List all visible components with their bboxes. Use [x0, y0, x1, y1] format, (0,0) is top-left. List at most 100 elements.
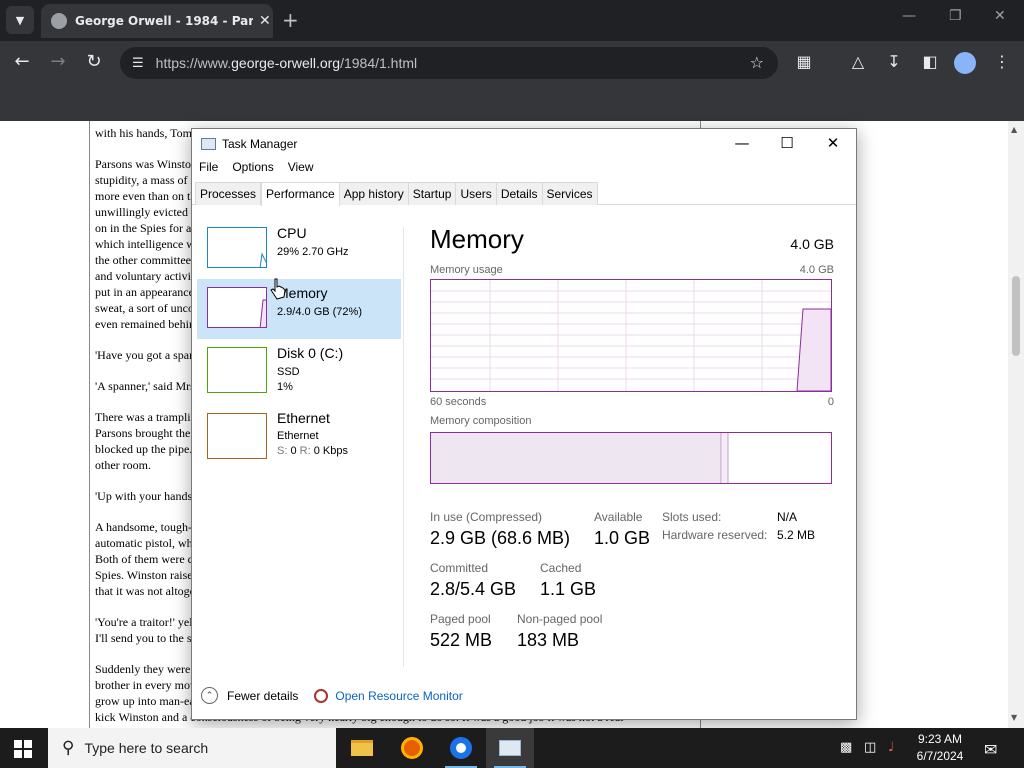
cpu-thumbnail-graph — [207, 227, 267, 268]
device-cpu-sub: 29% 2.70 GHz — [277, 246, 349, 258]
task-manager-taskbar-icon[interactable] — [486, 728, 534, 768]
hardware-reserved-label: Hardware reserved: — [662, 528, 768, 542]
action-center-tray-icon[interactable]: ◫ — [864, 740, 876, 755]
time-axis-end: 0 — [827, 396, 834, 408]
close-icon[interactable]: ✕ — [818, 134, 848, 152]
memory-usage-max: 4.0 GB — [799, 264, 834, 276]
tab-strip: Processes Performance App history Startu… — [192, 182, 856, 206]
menu-file[interactable]: File — [199, 160, 218, 180]
available-label: Available — [594, 510, 643, 524]
device-list: CPU 29% 2.70 GHz Memory 2.9/4.0 GB (72%)… — [197, 219, 401, 465]
download-icon[interactable]: ↧ — [882, 52, 906, 71]
in-use-label: In use (Compressed) — [430, 510, 543, 524]
open-resource-monitor-link[interactable]: Open Resource Monitor — [335, 689, 462, 703]
close-window-icon[interactable]: ✕ — [994, 8, 1006, 24]
menu-view[interactable]: View — [288, 160, 314, 180]
extensions-icon[interactable]: ▦ — [792, 52, 816, 71]
restore-icon[interactable]: ❐ — [949, 8, 962, 24]
cpu-mini-graph — [259, 252, 266, 267]
tab-details[interactable]: Details — [495, 182, 543, 205]
resource-monitor-icon[interactable] — [314, 688, 329, 703]
network-tray-icon[interactable]: ▩ — [840, 740, 852, 755]
task-manager-window: Task Manager — ☐ ✕ File Options View Pro… — [191, 128, 857, 720]
site-info-icon[interactable]: ☰ — [132, 56, 144, 71]
scroll-thumb[interactable] — [1012, 276, 1020, 356]
composition-in-use — [431, 433, 721, 483]
device-cpu-name: CPU — [277, 225, 307, 241]
device-disk-sub1: SSD — [277, 366, 300, 378]
disk-thumbnail-graph — [207, 347, 267, 393]
minimize-icon[interactable]: — — [902, 8, 916, 24]
task-manager-titlebar[interactable]: Task Manager — ☐ ✕ — [192, 129, 856, 159]
tab-app-history[interactable]: App history — [338, 182, 409, 205]
notifications-icon[interactable]: ✉ — [984, 740, 997, 759]
detail-heading: Memory — [430, 224, 524, 254]
chrome-icon[interactable] — [437, 728, 485, 768]
clock-date: 6/7/2024 — [916, 749, 964, 763]
window-title: Task Manager — [222, 137, 298, 151]
memory-usage-graph — [430, 279, 832, 392]
scroll-down-icon[interactable]: ▼ — [1011, 713, 1017, 722]
tab-users[interactable]: Users — [455, 182, 497, 205]
close-tab-icon[interactable]: ✕ — [259, 13, 271, 29]
tab-processes[interactable]: Processes — [195, 182, 262, 205]
page-scrollbar[interactable]: ▲ ▼ — [1008, 121, 1024, 728]
volume-muted-icon[interactable]: ♩ — [888, 740, 894, 755]
fewer-details-button[interactable]: Fewer details — [227, 689, 298, 703]
taskbar-clock[interactable]: 9:23 AM 6/7/2024 — [910, 731, 970, 765]
search-icon: ⚲ — [62, 738, 75, 758]
memory-thumbnail-graph — [207, 287, 267, 328]
windows-taskbar: ⚲ Type here to search ▩ ◫ ♩ 9:23 AM 6/7/… — [0, 728, 1024, 768]
committed-label: Committed — [430, 561, 489, 575]
paged-pool-label: Paged pool — [430, 612, 491, 626]
time-axis-label: 60 seconds — [430, 396, 487, 408]
chevron-up-icon[interactable]: ⌃ — [201, 687, 218, 704]
side-panel-icon[interactable]: ◧ — [918, 52, 942, 71]
address-bar[interactable]: ☰ https://www.george-orwell.org/1984/1.h… — [120, 47, 778, 79]
page-left-margin — [0, 121, 90, 728]
bookmark-star-icon[interactable]: ☆ — [750, 53, 764, 72]
minimize-icon[interactable]: — — [727, 134, 757, 152]
memory-composition-svg — [431, 433, 831, 483]
device-ethernet[interactable]: Ethernet Ethernet S: 0 R: 0 Kbps — [197, 405, 401, 465]
device-cpu[interactable]: CPU 29% 2.70 GHz — [197, 219, 401, 279]
non-paged-pool-label: Non-paged pool — [517, 612, 603, 626]
memory-composition-label: Memory composition — [430, 415, 532, 427]
scroll-up-icon[interactable]: ▲ — [1011, 125, 1017, 134]
committed-value: 2.8/5.4 GB — [430, 579, 517, 599]
profile-avatar-icon[interactable] — [954, 52, 978, 74]
back-arrow-icon[interactable]: ← — [10, 51, 34, 72]
memory-usage-area — [796, 308, 832, 392]
in-use-value: 2.9 GB (68.6 MB) — [430, 528, 571, 548]
reload-icon[interactable]: ↻ — [82, 51, 106, 72]
tab-startup[interactable]: Startup — [407, 182, 457, 205]
paged-pool-value: 522 MB — [430, 630, 493, 650]
maximize-icon[interactable]: ☐ — [772, 134, 802, 152]
search-placeholder: Type here to search — [84, 740, 209, 756]
panel-divider — [403, 227, 404, 667]
taskbar-search-box[interactable]: ⚲ Type here to search — [48, 728, 336, 768]
device-memory-sub: 2.9/4.0 GB (72%) — [277, 306, 362, 318]
tab-performance[interactable]: Performance — [261, 182, 340, 206]
tab-search-button[interactable]: ▼ — [6, 6, 34, 34]
detail-total: 4.0 GB — [790, 236, 834, 252]
task-manager-footer: ⌃ Fewer details Open Resource Monitor — [201, 687, 463, 704]
browser-tab-active[interactable]: George Orwell - 1984 - Part 1, Chapter 2… — [41, 4, 273, 38]
forward-arrow-icon[interactable]: → — [46, 51, 70, 72]
more-menu-icon[interactable]: ⋮ — [990, 52, 1014, 71]
new-tab-button[interactable]: + — [282, 8, 299, 32]
menu-options[interactable]: Options — [232, 160, 273, 180]
tab-services[interactable]: Services — [541, 182, 598, 205]
file-explorer-icon[interactable] — [338, 728, 386, 768]
composition-free — [729, 433, 831, 483]
device-disk[interactable]: Disk 0 (C:) SSD 1% — [197, 339, 401, 399]
globe-icon — [51, 13, 67, 29]
device-memory[interactable]: Memory 2.9/4.0 GB (72%) — [197, 279, 401, 339]
tab-title: George Orwell - 1984 - Part 1, Chapter 2 — [75, 14, 253, 28]
memory-usage-svg — [431, 280, 832, 392]
device-disk-name: Disk 0 (C:) — [277, 345, 344, 361]
labs-flask-icon[interactable]: △ — [846, 52, 870, 71]
slots-used-label: Slots used: — [662, 510, 722, 524]
firefox-icon[interactable] — [388, 728, 436, 768]
windows-start-icon[interactable] — [14, 740, 32, 758]
